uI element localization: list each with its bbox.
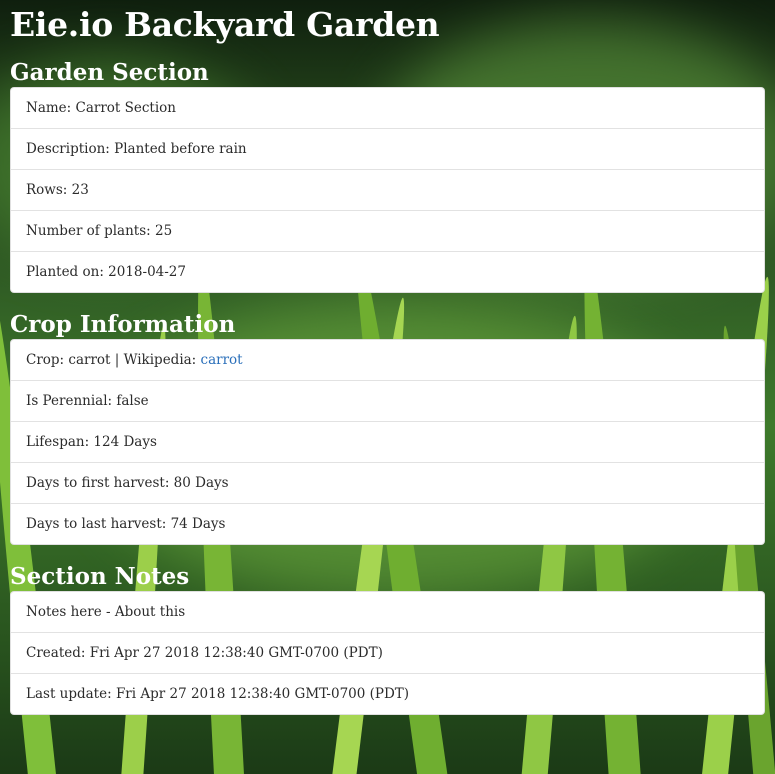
crop-row: Crop: carrot | Wikipedia: carrot [11,340,764,380]
section-plant-count: Number of plants: 25 [11,210,764,251]
garden-section-panel: Name: Carrot Section Description: Plante… [10,87,765,293]
page-title: Eie.io Backyard Garden [10,5,440,44]
wikipedia-link[interactable]: carrot [201,352,243,368]
notes-created: Created: Fri Apr 27 2018 12:38:40 GMT-07… [11,632,764,673]
crop-information-heading: Crop Information [10,311,236,338]
crop-information-panel: Crop: carrot | Wikipedia: carrot Is Pere… [10,339,765,545]
crop-perennial: Is Perennial: false [11,380,764,421]
section-name: Name: Carrot Section [26,100,176,116]
section-notes-panel: Notes here - About this Created: Fri Apr… [10,591,765,715]
section-description: Description: Planted before rain [11,128,764,169]
crop-first-harvest: Days to first harvest: 80 Days [11,462,764,503]
section-rows: Rows: 23 [11,169,764,210]
notes-text: Notes here - About this [26,604,186,620]
crop-last-harvest: Days to last harvest: 74 Days [11,503,764,544]
section-planted-on: Planted on: 2018-04-27 [11,251,764,292]
notes-last-update: Last update: Fri Apr 27 2018 12:38:40 GM… [11,673,764,714]
garden-section-heading: Garden Section [10,59,209,86]
section-notes-heading: Section Notes [10,563,190,590]
crop-lifespan: Lifespan: 124 Days [11,421,764,462]
crop-label: Crop: carrot | Wikipedia: [26,352,201,368]
